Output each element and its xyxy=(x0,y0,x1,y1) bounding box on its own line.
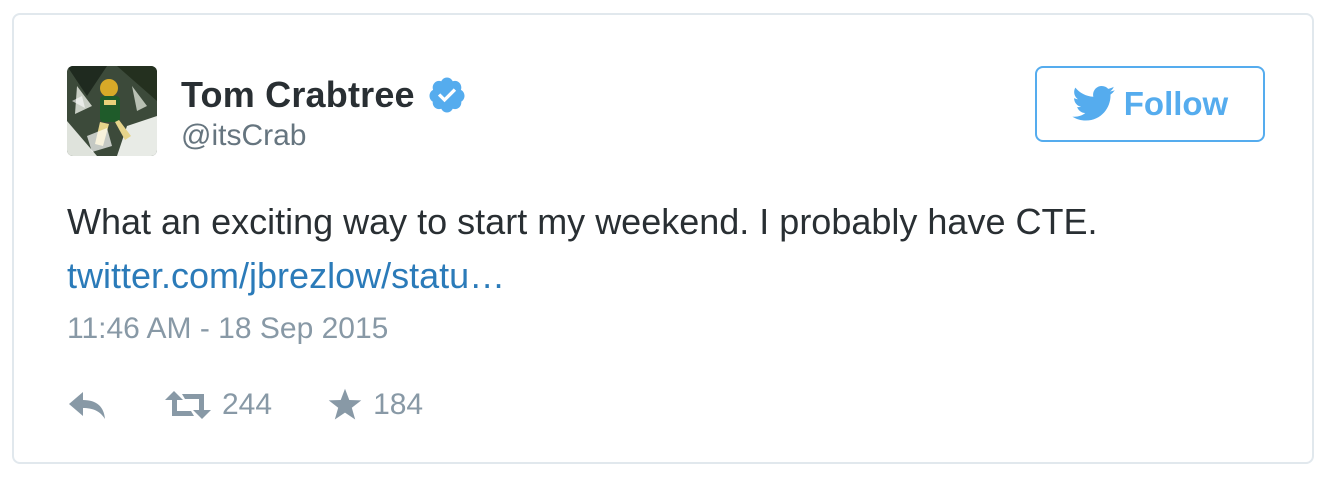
follow-button[interactable]: Follow xyxy=(1035,66,1265,142)
twitter-bird-icon xyxy=(1072,86,1116,122)
author-display-name[interactable]: Tom Crabtree xyxy=(181,74,415,116)
author-name-row: Tom Crabtree xyxy=(181,73,467,117)
star-icon xyxy=(327,388,363,422)
tweet-text: What an exciting way to start my weekend… xyxy=(67,195,1267,303)
tweet-link[interactable]: twitter.com/jbrezlow/statu… xyxy=(67,249,1267,303)
tweet-card: Tom Crabtree @itsCrab Follow What an exc… xyxy=(12,13,1314,464)
reply-button[interactable] xyxy=(67,388,109,422)
favorite-count: 184 xyxy=(373,388,424,421)
retweet-button[interactable]: 244 xyxy=(164,388,272,422)
avatar-photo xyxy=(67,66,157,156)
favorite-button[interactable]: 184 xyxy=(327,388,423,422)
tweet-body-text: What an exciting way to start my weekend… xyxy=(67,201,1098,242)
follow-button-label: Follow xyxy=(1123,85,1229,122)
retweet-icon xyxy=(164,389,212,421)
tweet-timestamp[interactable]: 11:46 AM - 18 Sep 2015 xyxy=(67,312,388,346)
author-handle[interactable]: @itsCrab xyxy=(181,119,467,153)
tweet-actions: 244 184 xyxy=(67,385,423,425)
verified-badge-icon xyxy=(427,75,467,115)
reply-icon xyxy=(67,388,109,422)
avatar[interactable] xyxy=(67,66,157,156)
retweet-count: 244 xyxy=(222,388,273,421)
author-info: Tom Crabtree @itsCrab xyxy=(181,73,467,153)
